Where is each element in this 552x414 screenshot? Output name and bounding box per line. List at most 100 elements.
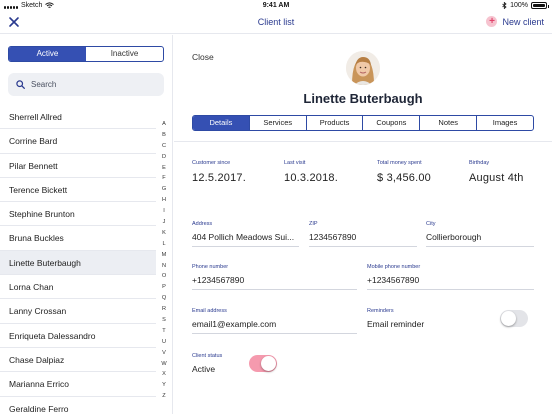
alphabet-letter[interactable]: V: [157, 348, 171, 359]
alphabet-letter[interactable]: J: [157, 217, 171, 228]
segment-active[interactable]: Active: [9, 47, 86, 61]
zip-value: 1234567890: [309, 232, 357, 242]
detail-tabs: Details Services Products Coupons Notes Image…: [192, 115, 534, 131]
tab-coupons[interactable]: Coupons: [362, 116, 419, 130]
city-label: City: [426, 221, 436, 227]
client-list-item[interactable]: Lorna Chan: [0, 275, 156, 300]
alphabet-letter[interactable]: K: [157, 228, 171, 239]
client-status: Client status Active: [192, 353, 222, 374]
search-input[interactable]: Search: [8, 73, 164, 96]
reminders-toggle[interactable]: [500, 310, 528, 327]
alphabet-letter[interactable]: U: [157, 337, 171, 348]
alphabet-letter[interactable]: Q: [157, 293, 171, 304]
customer-since-value: 12.5.2017.: [192, 172, 246, 184]
alphabet-letter[interactable]: G: [157, 184, 171, 195]
client-detail: Close Linette Buterbaugh Details Services…: [174, 35, 552, 414]
tab-products[interactable]: Products: [305, 116, 363, 130]
plus-circle-icon: +: [486, 16, 498, 27]
total-spent-value: $ 3,456.00: [377, 172, 431, 184]
status-segmented-control: Active Inactive: [8, 46, 164, 62]
reminders: Reminders Email reminder: [367, 308, 424, 329]
client-list-item[interactable]: Lanny Crossan: [0, 299, 156, 324]
client-list: Sherrell Allred Corrine Bard Pilar Bennett…: [0, 105, 156, 414]
status-right: 100%: [502, 2, 549, 9]
alphabet-letter[interactable]: Y: [157, 380, 171, 391]
client-list-item[interactable]: Chase Dalpiaz: [0, 348, 156, 373]
phone-value: +1234567890: [192, 275, 245, 285]
alphabet-letter[interactable]: Z: [157, 391, 171, 402]
client-name: Linette Buterbaugh: [303, 91, 423, 106]
alphabet-letter[interactable]: R: [157, 304, 171, 315]
alphabet-letter[interactable]: P: [157, 282, 171, 293]
reminders-label: Reminders: [367, 308, 394, 314]
alphabet-letter[interactable]: O: [157, 271, 171, 282]
customer-since: Customer since 12.5.2017.: [192, 160, 246, 184]
alphabet-letter[interactable]: M: [157, 250, 171, 261]
alphabet-letter[interactable]: N: [157, 261, 171, 272]
client-status-value: Active: [192, 364, 216, 374]
tab-images[interactable]: Images: [476, 116, 533, 130]
alphabet-letter[interactable]: H: [157, 195, 171, 206]
client-sidebar: Active Inactive Search Sherrell Allred Co…: [0, 35, 173, 414]
close-button[interactable]: Close: [192, 52, 214, 62]
search-placeholder: Search: [31, 80, 57, 89]
alphabet-letter[interactable]: T: [157, 326, 171, 337]
alphabet-letter[interactable]: E: [157, 163, 171, 174]
tab-details[interactable]: Details: [193, 116, 249, 130]
client-list-item[interactable]: Geraldine Ferro: [0, 397, 156, 414]
new-client-label: New client: [502, 16, 544, 27]
client-list-item[interactable]: Bruna Buckles: [0, 226, 156, 251]
client-list-item[interactable]: Stephine Brunton: [0, 202, 156, 227]
zip-label: ZIP: [309, 221, 318, 227]
city-field[interactable]: City Collierborough: [426, 221, 534, 247]
alphabet-letter[interactable]: L: [157, 239, 171, 250]
alphabet-letter[interactable]: D: [157, 152, 171, 163]
battery-percent: 100%: [510, 2, 528, 9]
birthday-value: August 4th: [469, 172, 524, 184]
page-title: Client list: [257, 17, 295, 27]
client-status-toggle[interactable]: [249, 355, 277, 372]
client-list-item[interactable]: Pilar Bennett: [0, 154, 156, 178]
status-time: 9:41 AM: [262, 2, 290, 9]
phone-field[interactable]: Phone number +1234567890: [192, 264, 357, 290]
address-value: 404 Pollich Meadows Sui...: [192, 232, 295, 242]
alphabet-letter[interactable]: B: [157, 130, 171, 141]
alphabet-letter[interactable]: F: [157, 173, 171, 184]
client-list-item[interactable]: Linette Buterbaugh: [0, 250, 156, 276]
alphabet-letter[interactable]: S: [157, 315, 171, 326]
client-list-item[interactable]: Enriqueta Dalessandro: [0, 324, 156, 348]
alphabet-letter[interactable]: C: [157, 141, 171, 152]
bluetooth-icon: [502, 2, 507, 9]
nav-bar: Client list + New client: [0, 12, 552, 34]
tab-notes[interactable]: Notes: [419, 116, 476, 130]
client-list-item[interactable]: Corrine Bard: [0, 129, 156, 154]
alphabet-letter[interactable]: W: [157, 359, 171, 370]
tab-services[interactable]: Services: [248, 116, 306, 130]
last-visit: Last visit 10.3.2018.: [284, 160, 338, 184]
search-icon: [16, 80, 25, 89]
last-visit-value: 10.3.2018.: [284, 172, 338, 184]
phone-label: Phone number: [192, 264, 229, 270]
new-client-button[interactable]: + New client: [486, 16, 544, 27]
segment-inactive[interactable]: Inactive: [86, 47, 163, 61]
mobile-phone-field[interactable]: Mobile phone number +1234567890: [367, 264, 534, 290]
toggle-knob: [501, 311, 516, 326]
avatar: [346, 51, 380, 85]
client-list-item[interactable]: Terence Bickett: [0, 178, 156, 203]
client-list-item[interactable]: Marianna Errico: [0, 372, 156, 397]
total-spent: Total money spent $ 3,456.00: [377, 160, 431, 184]
alphabet-letter[interactable]: I: [157, 206, 171, 217]
battery-level: [533, 4, 545, 7]
email-value: email1@example.com: [192, 319, 277, 329]
total-spent-label: Total money spent: [377, 160, 422, 166]
address-label: Address: [192, 221, 213, 227]
alphabet-index: ABCDEFGHIJKLMNOPQRSTUVWXYZ: [157, 119, 171, 402]
client-list-item[interactable]: Sherrell Allred: [0, 105, 156, 130]
email-field[interactable]: Email address email1@example.com: [192, 308, 357, 334]
alphabet-letter[interactable]: X: [157, 369, 171, 380]
reminders-value: Email reminder: [367, 319, 425, 329]
address-field[interactable]: Address 404 Pollich Meadows Sui...: [192, 221, 299, 247]
client-status-label: Client status: [192, 353, 223, 359]
alphabet-letter[interactable]: A: [157, 119, 171, 130]
zip-field[interactable]: ZIP 1234567890: [309, 221, 417, 247]
